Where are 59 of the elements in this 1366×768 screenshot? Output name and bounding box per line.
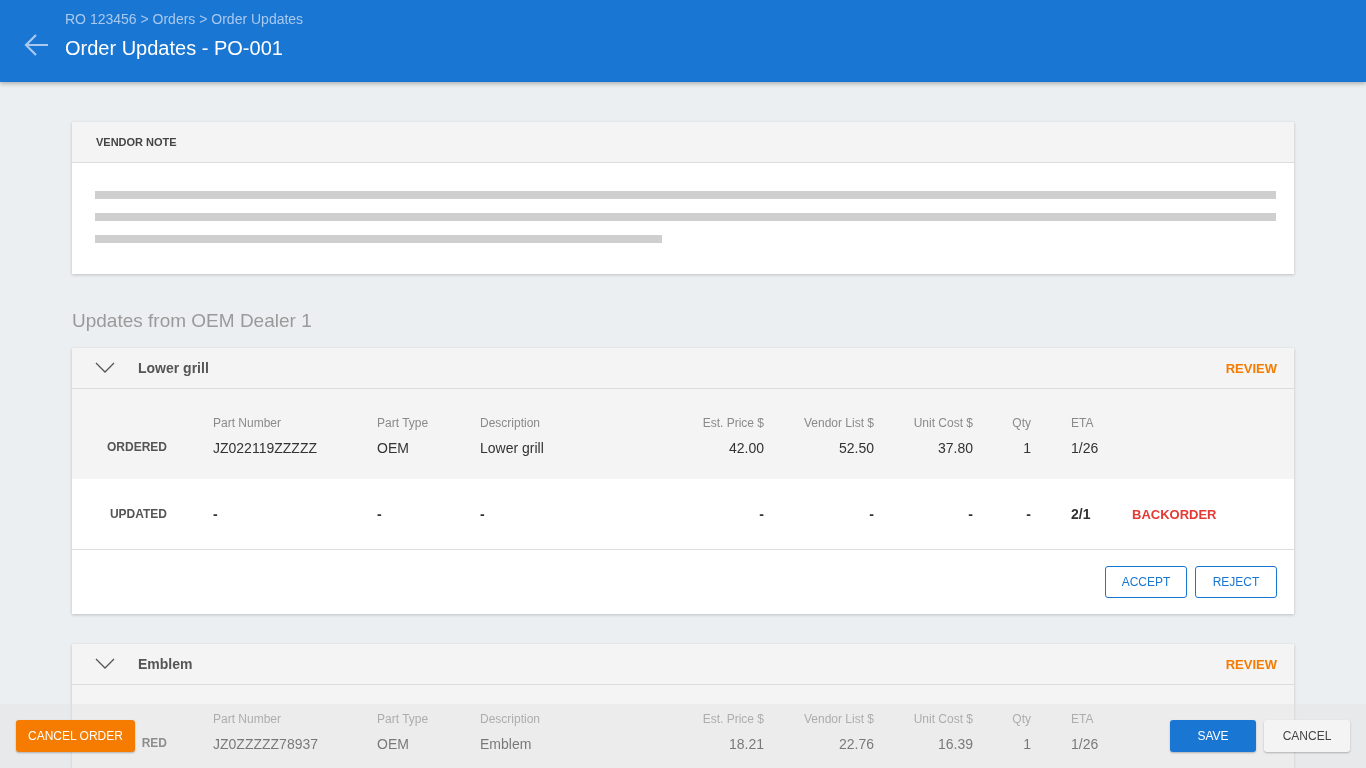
save-button[interactable]: SAVE xyxy=(1170,720,1256,752)
column-header: ETA xyxy=(1071,712,1095,728)
outline-button[interactable]: REJECT xyxy=(1195,566,1277,598)
table-cell-text: JZ022119ZZZZZ xyxy=(213,439,318,456)
column-header: Unit Cost $ xyxy=(912,712,973,728)
row-label: RED xyxy=(141,735,167,750)
table-cell-text: Emblem xyxy=(480,735,533,752)
table-cell-text: 22.76 xyxy=(837,735,874,752)
table-cell-text: 18.21 xyxy=(727,735,764,752)
column-header: Vendor List $ xyxy=(802,712,874,728)
table-cell-text: - xyxy=(213,506,219,522)
column-header: Vendor List $ xyxy=(802,416,874,432)
table-cell-text: 16.39 xyxy=(936,735,973,752)
cancel-button[interactable]: CANCEL xyxy=(1264,720,1350,752)
table-cell-text: 52.50 xyxy=(837,439,874,456)
item-name: Lower grill xyxy=(138,360,210,376)
row-label: ORDERED xyxy=(107,439,167,454)
cancel-order-button[interactable]: CANCEL ORDER xyxy=(16,720,135,752)
table-cell-text: 42.00 xyxy=(727,439,764,456)
column-header: Description xyxy=(480,712,542,728)
table-cell-text: OEM xyxy=(377,439,410,456)
column-header: Qty xyxy=(1011,712,1031,728)
backorder-status: BACKORDER xyxy=(1132,506,1218,522)
table-cell-text: OEM xyxy=(377,735,410,752)
section-title: Updates from OEM Dealer 1 xyxy=(72,310,313,332)
column-header: Qty xyxy=(1011,416,1031,432)
column-header: ETA xyxy=(1071,416,1095,432)
table-cell-text: JZ0ZZZZZ78937 xyxy=(213,735,320,752)
column-header: Est. Price $ xyxy=(701,712,764,728)
table-cell-text: 1/26 xyxy=(1071,735,1100,752)
table-cell-text: 1 xyxy=(1022,439,1031,456)
chevron-icon[interactable] xyxy=(95,658,115,670)
page-title: Order Updates - PO-001 xyxy=(65,37,284,60)
column-header: Description xyxy=(480,416,542,432)
table-cell-text: 2/1 xyxy=(1071,506,1092,522)
row-label: UPDATED xyxy=(109,507,167,521)
outline-button[interactable]: ACCEPT xyxy=(1105,566,1187,598)
status-label: REVIEW xyxy=(1225,656,1277,672)
item-name: Emblem xyxy=(138,656,194,672)
table-cell-text: 37.80 xyxy=(936,439,973,456)
table-cell-text: Lower grill xyxy=(480,439,545,456)
table-cell-text: - xyxy=(1025,506,1031,522)
table-cell-text: - xyxy=(868,506,874,522)
table-cell-text: - xyxy=(758,506,764,522)
table-cell-text: 1 xyxy=(1022,735,1031,752)
card-title: VENDOR NOTE xyxy=(96,136,177,148)
table-cell-text: - xyxy=(480,506,486,522)
column-header: Part Number xyxy=(213,712,283,728)
column-header: Part Type xyxy=(377,416,430,432)
table-cell-text: - xyxy=(967,506,973,522)
chevron-icon[interactable] xyxy=(95,362,115,374)
column-header: Unit Cost $ xyxy=(912,416,973,432)
column-header: Part Number xyxy=(213,416,283,432)
column-header: Part Type xyxy=(377,712,430,728)
status-label: REVIEW xyxy=(1225,360,1277,376)
column-header: Est. Price $ xyxy=(701,416,764,432)
table-cell-text: - xyxy=(377,506,383,522)
table-cell-text: 1/26 xyxy=(1071,439,1100,456)
breadcrumb: RO 123456 > Orders > Order Updates xyxy=(65,11,304,27)
